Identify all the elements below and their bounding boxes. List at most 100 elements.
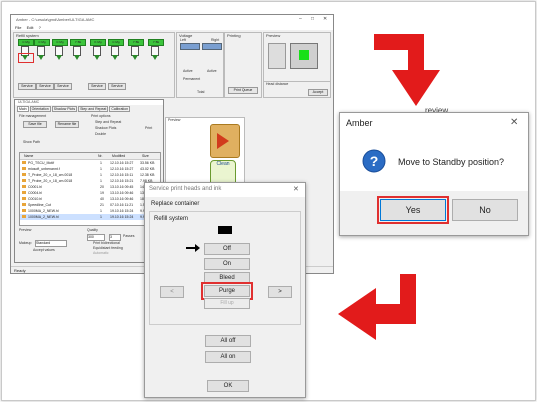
file-management-label: File management bbox=[19, 114, 47, 118]
accept-button[interactable]: Accept bbox=[308, 89, 328, 96]
col-name[interactable]: Name bbox=[24, 154, 33, 158]
tab-main[interactable]: Main bbox=[17, 106, 29, 112]
passes-select[interactable]: 3 bbox=[109, 234, 121, 241]
voltage-left-label: Left bbox=[180, 38, 186, 42]
automatic-checkbox[interactable]: Automatic bbox=[93, 251, 109, 255]
tab-shadow-plots[interactable]: Shadow Plots bbox=[51, 106, 78, 112]
amber-dialog-message: Move to Standby position? bbox=[398, 157, 505, 167]
voltage-left-field[interactable] bbox=[180, 43, 200, 50]
voltage-right-field[interactable] bbox=[202, 43, 222, 50]
col-size[interactable]: Size bbox=[142, 154, 149, 158]
ink-unit-2[interactable]: C Mg bbox=[34, 39, 50, 61]
refill-label: Refill system bbox=[16, 33, 39, 38]
service-dialog-subtitle: Replace container bbox=[151, 201, 200, 207]
step-repeat-checkbox[interactable]: Step and Repeat bbox=[95, 120, 121, 124]
print-button[interactable]: Print bbox=[145, 126, 152, 130]
file-window: ULTIGA.AMC Main Orientation Shadow Plots… bbox=[14, 99, 164, 263]
refill-group-label: Refill system bbox=[154, 216, 189, 222]
voltage-panel: Voltage Left Right Active Active Permane… bbox=[176, 32, 224, 98]
menu-file[interactable]: File bbox=[15, 25, 21, 30]
amber-dialog-close-button[interactable]: ✕ bbox=[510, 117, 518, 128]
no-button[interactable]: No bbox=[452, 199, 518, 221]
preview-label: Preview bbox=[266, 33, 281, 38]
active-checkbox-1[interactable]: Active bbox=[183, 69, 193, 73]
rename-file-button[interactable]: Rename file bbox=[55, 121, 79, 128]
permanent-checkbox[interactable]: Permanent bbox=[183, 77, 200, 81]
save-file-button[interactable]: Save file bbox=[23, 121, 47, 128]
off-button[interactable]: Off bbox=[204, 243, 250, 255]
quality-label: Quality bbox=[87, 228, 98, 232]
tab-step-repeat[interactable]: Step and Repeat bbox=[78, 106, 109, 112]
makeup-select[interactable]: Standard bbox=[35, 240, 67, 247]
service-button-1[interactable]: Service bbox=[18, 83, 36, 90]
service-dialog-title-bar: Service print heads and ink ✕ bbox=[145, 183, 305, 197]
nav-right-button[interactable]: > bbox=[268, 286, 292, 298]
printing-label: Printing bbox=[227, 33, 241, 38]
service-dialog: Service print heads and ink ✕ Replace co… bbox=[144, 182, 306, 398]
service-dialog-close-button[interactable]: ✕ bbox=[293, 185, 299, 193]
double-checkbox[interactable]: Double bbox=[95, 132, 106, 136]
maximize-button[interactable]: □ bbox=[311, 16, 314, 22]
col-modified[interactable]: Modified bbox=[112, 154, 125, 158]
total-label: Total bbox=[197, 90, 205, 94]
ink-unit-3[interactable]: C Mg bbox=[52, 39, 68, 61]
tab-orientation[interactable]: Orientation bbox=[29, 106, 51, 112]
close-button[interactable]: ✕ bbox=[323, 16, 327, 22]
quality-select[interactable]: 300 bbox=[87, 234, 105, 241]
file-tabs: Main Orientation Shadow Plots Step and R… bbox=[17, 106, 131, 112]
ink-unit-7[interactable]: Y Bk bbox=[128, 39, 144, 61]
amber-dialog-title-bar: Amber ✕ bbox=[340, 113, 528, 135]
menu-bar: File Edit ? bbox=[11, 24, 333, 30]
nav-left-button[interactable]: < bbox=[160, 286, 184, 298]
accept-values-checkbox[interactable]: Accept values bbox=[33, 248, 55, 252]
amber-dialog-title: Amber bbox=[346, 118, 373, 128]
file-list-header: Name Nr. Modified Size bbox=[20, 153, 160, 160]
tab-calibration[interactable]: Calibration bbox=[109, 106, 131, 112]
service-button-5[interactable]: Service bbox=[108, 83, 126, 90]
arrow-left-icon bbox=[338, 274, 416, 340]
fill-up-button[interactable]: Fill up bbox=[204, 298, 250, 309]
ink-unit-4[interactable]: Y Bk bbox=[70, 39, 86, 61]
refill-system-panel: Refill system C Mg C Mg C Mg Y Bk K Mg C… bbox=[13, 32, 175, 98]
bidirectional-checkbox[interactable]: Print bidirectional bbox=[93, 241, 120, 245]
service-button-3[interactable]: Service bbox=[54, 83, 72, 90]
minimize-button[interactable]: – bbox=[299, 16, 302, 22]
print-queue-button[interactable]: Print Queue bbox=[228, 87, 258, 94]
show-path-checkbox[interactable]: Show Path bbox=[23, 140, 40, 144]
service-button-4[interactable]: Service bbox=[88, 83, 106, 90]
amber-dialog: Amber ✕ ? Move to Standby position? Yes … bbox=[339, 112, 529, 236]
ink-unit-6[interactable]: C Mg bbox=[108, 39, 124, 61]
title-bar: Amber - C:\ursula\gmd\Amber\ULTIGA.AMC –… bbox=[11, 15, 333, 24]
print-options-label: Print options bbox=[91, 114, 111, 118]
ink-color-swatch bbox=[218, 226, 232, 234]
col-nr[interactable]: Nr. bbox=[98, 154, 102, 158]
ink-unit-5[interactable]: K Mg bbox=[90, 39, 106, 61]
yes-button[interactable]: Yes bbox=[377, 196, 449, 224]
service-dialog-title: Service print heads and ink bbox=[149, 186, 222, 192]
file-row-selected[interactable]: 1000MA_2_NEW.hl119.10.16 15:249.98 KB bbox=[20, 214, 160, 220]
file-list: Name Nr. Modified Size PG_TSCU_Motif 1 12.… bbox=[19, 152, 161, 226]
preview-box bbox=[290, 43, 318, 69]
on-button[interactable]: On bbox=[204, 258, 250, 270]
menu-edit[interactable]: Edit bbox=[27, 25, 34, 30]
ok-button[interactable]: OK bbox=[207, 380, 249, 392]
file-preview-label: Preview bbox=[168, 118, 181, 122]
shadow-plots-checkbox[interactable]: Shadow Plots bbox=[95, 126, 116, 130]
voltage-right-label: Right bbox=[211, 38, 220, 42]
selected-ink-highlight bbox=[18, 53, 34, 63]
bleed-button[interactable]: Bleed bbox=[204, 272, 250, 284]
question-icon: ? bbox=[362, 149, 386, 173]
purge-button[interactable]: Purge bbox=[201, 282, 253, 300]
all-on-button[interactable]: All on bbox=[205, 351, 251, 363]
active-checkbox-2[interactable]: Active bbox=[207, 69, 217, 73]
menu-help[interactable]: ? bbox=[39, 25, 41, 30]
preview-green-area bbox=[299, 50, 309, 60]
ink-unit-8[interactable]: Y Bk bbox=[148, 39, 164, 61]
all-off-button[interactable]: All off bbox=[205, 335, 251, 347]
amber-dialog-body: ? Move to Standby position? bbox=[340, 135, 528, 191]
service-button-2[interactable]: Service bbox=[36, 83, 54, 90]
head-distance-panel: Head distance Accept bbox=[263, 81, 331, 98]
equidistant-checkbox[interactable]: Equidistant feeding bbox=[93, 246, 123, 250]
preview-thumb bbox=[268, 43, 286, 69]
pointer-arrow-icon bbox=[186, 244, 200, 252]
